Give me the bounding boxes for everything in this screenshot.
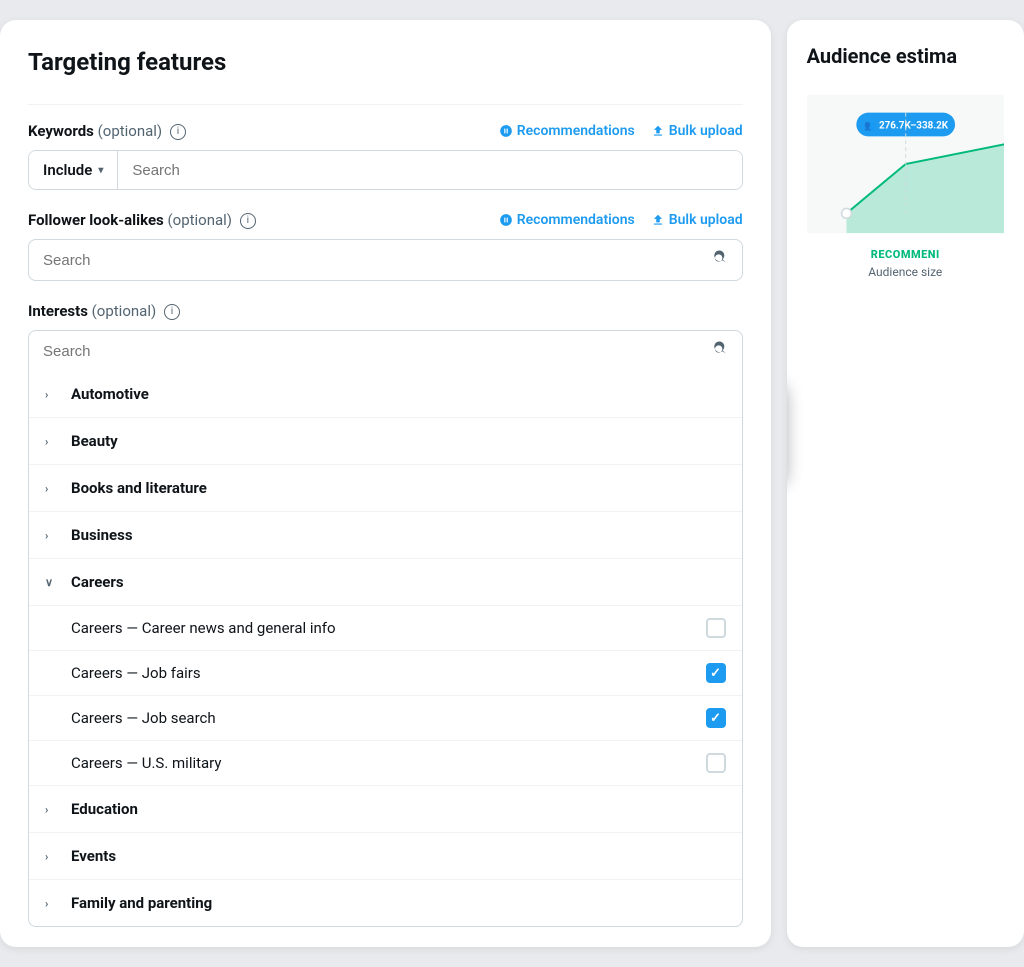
subitem-career-news: Careers — Career news and general info — [29, 605, 742, 650]
subitem-job-search-label: Careers — Job search — [71, 709, 216, 727]
category-beauty-header[interactable]: › Beauty — [29, 418, 742, 464]
follower-search-input[interactable] — [43, 252, 712, 269]
page-title: Targeting features — [28, 48, 743, 76]
category-education-header[interactable]: › Education — [29, 786, 742, 832]
chevron-down-icon: ∨ — [45, 576, 61, 589]
checkbox-job-search[interactable] — [706, 708, 726, 728]
category-careers-label: Careers — [71, 573, 124, 591]
audience-size-label: Audience size — [807, 265, 1004, 279]
category-beauty-label: Beauty — [71, 432, 118, 450]
targeting-features-panel: Targeting features Keywords (optional) i… — [0, 20, 771, 947]
audience-estimate-title: Audience estima — [807, 44, 1004, 68]
keywords-info-icon[interactable]: i — [170, 124, 186, 140]
checkbox-career-news[interactable] — [706, 618, 726, 638]
chevron-right-icon-5: › — [45, 803, 61, 816]
subitem-job-fairs-label: Careers — Job fairs — [71, 664, 201, 682]
follower-lookalikes-section: Follower look-alikes (optional) i Recomm… — [28, 210, 743, 281]
category-family-header[interactable]: › Family and parenting — [29, 880, 742, 926]
category-automotive-header[interactable]: › Automotive — [29, 371, 742, 417]
keywords-search-input[interactable] — [118, 151, 741, 189]
interests-info-icon[interactable]: i — [164, 304, 180, 320]
category-books-header[interactable]: › Books and literature — [29, 465, 742, 511]
category-events-label: Events — [71, 847, 116, 865]
category-business: › Business — [29, 512, 742, 559]
keywords-actions: Recommendations Bulk upload — [499, 123, 743, 139]
chevron-right-icon-3: › — [45, 482, 61, 495]
follower-actions: Recommendations Bulk upload — [499, 212, 743, 228]
chevron-right-icon-7: › — [45, 897, 61, 910]
svg-text:👥 276.7K–338.2K: 👥 276.7K–338.2K — [864, 120, 949, 131]
subitem-military-label: Careers — U.S. military — [71, 754, 222, 772]
follower-search-icon — [712, 250, 728, 270]
interests-search-input[interactable] — [43, 343, 712, 360]
follower-label: Follower look-alikes (optional) — [28, 211, 236, 229]
keywords-label-group: Keywords (optional) i — [28, 121, 186, 140]
category-books-label: Books and literature — [71, 479, 207, 497]
checkbox-military[interactable] — [706, 753, 726, 773]
chevron-right-icon: › — [45, 388, 61, 401]
subitem-career-news-label: Careers — Career news and general info — [71, 619, 336, 637]
upload-icon-2 — [651, 213, 665, 227]
interests-label: Interests (optional) — [28, 302, 160, 320]
dropdown-arrow-icon: ▾ — [98, 165, 103, 176]
category-events-header[interactable]: › Events — [29, 833, 742, 879]
interests-search-icon — [712, 341, 728, 361]
category-careers-children: Careers — Career news and general info C… — [29, 605, 742, 785]
chevron-right-icon-4: › — [45, 529, 61, 542]
follower-lookalikes-header: Follower look-alikes (optional) i Recomm… — [28, 210, 743, 229]
upload-icon — [651, 124, 665, 138]
category-automotive: › Automotive — [29, 371, 742, 418]
keywords-section: Keywords (optional) i Recommendations Bu… — [28, 121, 743, 190]
category-events: › Events — [29, 833, 742, 880]
interests-label-group: Interests (optional) i — [28, 301, 180, 320]
chevron-right-icon-2: › — [45, 435, 61, 448]
flame-icon — [499, 124, 513, 138]
checkbox-job-fairs[interactable] — [706, 663, 726, 683]
keywords-label: Keywords (optional) — [28, 122, 166, 140]
category-business-label: Business — [71, 526, 133, 544]
category-books: › Books and literature — [29, 465, 742, 512]
category-education-label: Education — [71, 800, 138, 818]
interests-category-list: › Automotive › Beauty › Books and litera… — [28, 371, 743, 927]
recommended-label: RECOMMENI — [807, 248, 1004, 261]
category-beauty: › Beauty — [29, 418, 742, 465]
category-careers: ∨ Careers Careers — Career news and gene… — [29, 559, 742, 786]
audience-chart: 👥 276.7K–338.2K RECOMMENI Audience size — [807, 84, 1004, 244]
interests-header: Interests (optional) i — [28, 301, 743, 320]
subitem-job-fairs: Careers — Job fairs — [29, 650, 742, 695]
category-education: › Education — [29, 786, 742, 833]
follower-bulk-upload-link[interactable]: Bulk upload — [651, 212, 743, 228]
category-family: › Family and parenting — [29, 880, 742, 926]
follower-info-icon[interactable]: i — [240, 213, 256, 229]
interests-section: Interests (optional) i › Automo — [28, 301, 743, 927]
category-careers-header[interactable]: ∨ Careers — [29, 559, 742, 605]
keywords-bulk-upload-link[interactable]: Bulk upload — [651, 123, 743, 139]
chevron-right-icon-6: › — [45, 850, 61, 863]
keywords-recommendations-link[interactable]: Recommendations — [499, 123, 635, 139]
keywords-input-row: Include ▾ — [28, 150, 743, 190]
follower-recommendations-link[interactable]: Recommendations — [499, 212, 635, 228]
category-business-header[interactable]: › Business — [29, 512, 742, 558]
include-dropdown[interactable]: Include ▾ — [29, 151, 118, 189]
audience-chart-svg: 👥 276.7K–338.2K — [807, 84, 1004, 244]
subitem-job-search: Careers — Job search — [29, 695, 742, 740]
interests-search-box — [28, 330, 743, 371]
keywords-header: Keywords (optional) i Recommendations Bu… — [28, 121, 743, 140]
category-family-label: Family and parenting — [71, 894, 212, 912]
category-automotive-label: Automotive — [71, 385, 149, 403]
follower-label-group: Follower look-alikes (optional) i — [28, 210, 256, 229]
subitem-military: Careers — U.S. military — [29, 740, 742, 785]
follower-search-box — [28, 239, 743, 281]
flame-icon-2 — [499, 213, 513, 227]
audience-estimate-panel: Audience estima 👥 276.7K–338.2K RECOMMEN… — [787, 20, 1024, 947]
